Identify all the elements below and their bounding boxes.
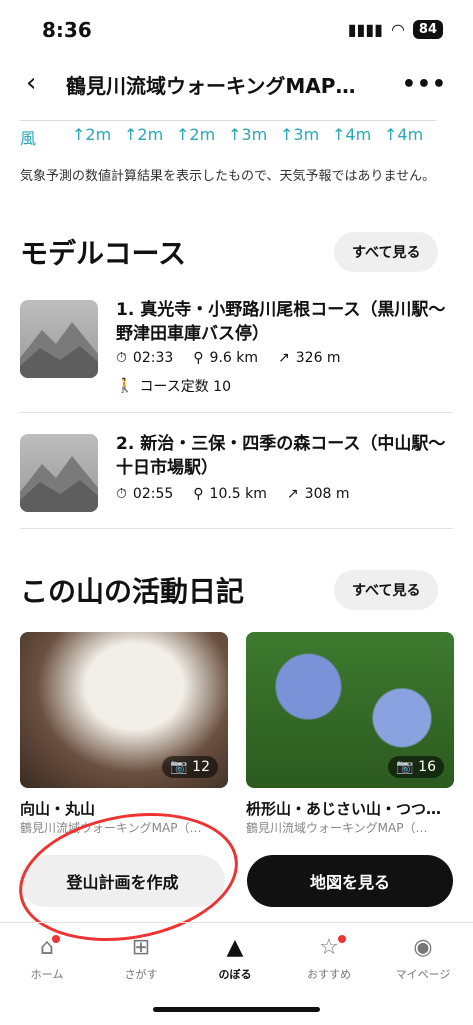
wind-value: ↑3m (280, 120, 332, 149)
camera-icon: 📷 (396, 759, 414, 775)
tab-search[interactable]: ⊞ さがす (94, 935, 188, 982)
timer-icon: ⏱ (116, 486, 127, 502)
view-map-button[interactable]: 地図を見る (247, 855, 453, 907)
model-course-see-all-button[interactable]: すべて見る (334, 232, 439, 272)
diary-title: 枡形山・あじさい山・つつ… (246, 800, 442, 818)
course-title: 2. 新治・三保・四季の森コース（中山駅〜十日市場駅） (116, 434, 446, 478)
tab-climb[interactable]: ▲ のぼる (188, 935, 282, 982)
wind-value: ↑4m (332, 120, 384, 149)
wind-value: ↑3m (228, 120, 280, 149)
diary-card[interactable]: 📷 16 枡形山・あじさい山・つつ… 鶴見川流域ウォーキングMAP（… (246, 632, 456, 836)
model-course-heading: モデルコース (20, 237, 187, 270)
course-item[interactable]: 1. 真光寺・小野路川尾根コース（黒川駅〜野津田車庫バス停） ⏱ 02:33 ⚲ 9… (20, 298, 453, 395)
ascent-icon: ↗ (278, 350, 290, 366)
photo-count-badge: 📷 12 (162, 756, 218, 778)
wind-forecast-row: 風 ↑2m ↑2m ↑2m ↑3m ↑3m ↑4m ↑4m (20, 120, 436, 149)
diary-see-all-button[interactable]: すべて見る (334, 570, 439, 610)
diary-card[interactable]: 📷 12 向山・丸山 鶴見川流域ウォーキングMAP（… (20, 632, 230, 836)
battery-indicator: 84 (412, 20, 443, 39)
distance-icon: ⚲ (193, 486, 204, 502)
notification-dot (52, 935, 60, 943)
photo-count-badge: 📷 16 (388, 756, 444, 778)
back-icon[interactable]: ‹ (26, 68, 36, 98)
course-item[interactable]: 2. 新治・三保・四季の森コース（中山駅〜十日市場駅） ⏱ 02:55 ⚲ 10.5… (20, 432, 453, 512)
diary-photo: 📷 16 (246, 632, 454, 788)
status-icons: ▮▮▮▮ ◠ 84 (348, 20, 443, 39)
diary-subtitle: 鶴見川流域ウォーキングMAP（… (246, 821, 428, 835)
tab-recommend[interactable]: ☆ おすすめ (282, 935, 376, 982)
course-stats: ⏱ 02:33 ⚲ 9.6 km ↗ 326 m (116, 350, 341, 366)
mountain-thumbnail (20, 434, 98, 512)
wind-value: ↑2m (124, 120, 176, 149)
course-stats: ⏱ 02:55 ⚲ 10.5 km ↗ 308 m (116, 486, 350, 502)
wind-value: ↑4m (384, 120, 436, 149)
home-indicator (153, 1007, 320, 1012)
forecast-note: 気象予測の数値計算結果を表示したもので、天気予報ではありません。 (20, 169, 436, 184)
notification-dot (338, 935, 346, 943)
diary-photo: 📷 12 (20, 632, 228, 788)
wind-value: ↑2m (72, 120, 124, 149)
ascent-icon: ↗ (286, 486, 299, 502)
wifi-icon: ◠ (390, 20, 405, 39)
hiker-icon: 🚶 (116, 378, 134, 394)
course-rating: 🚶 コース定数 10 (116, 378, 232, 395)
star-icon: ☆ (319, 935, 339, 960)
tab-mypage[interactable]: ◉ マイページ (376, 935, 470, 982)
more-icon[interactable]: ••• (402, 72, 447, 97)
distance-icon: ⚲ (193, 350, 204, 366)
timer-icon: ⏱ (116, 350, 127, 366)
status-time: 8:36 (42, 18, 92, 42)
home-icon: ⌂ (40, 935, 54, 960)
mountain-icon: ▲ (226, 935, 244, 960)
tab-home[interactable]: ⌂ ホーム (0, 935, 94, 982)
wind-value: ↑2m (176, 120, 228, 149)
mountain-thumbnail (20, 300, 98, 378)
divider (20, 528, 453, 529)
signal-icon: ▮▮▮▮ (347, 20, 383, 39)
camera-icon: 📷 (170, 759, 188, 775)
page-title: 鶴見川流域ウォーキングMAP… (66, 74, 356, 98)
wind-label: 風 (20, 120, 72, 149)
search-map-icon: ⊞ (131, 935, 151, 960)
diary-heading: この山の活動日記 (20, 575, 245, 608)
course-title: 1. 真光寺・小野路川尾根コース（黒川駅〜野津田車庫バス停） (116, 300, 446, 344)
divider (20, 412, 453, 413)
profile-icon: ◉ (413, 935, 433, 960)
